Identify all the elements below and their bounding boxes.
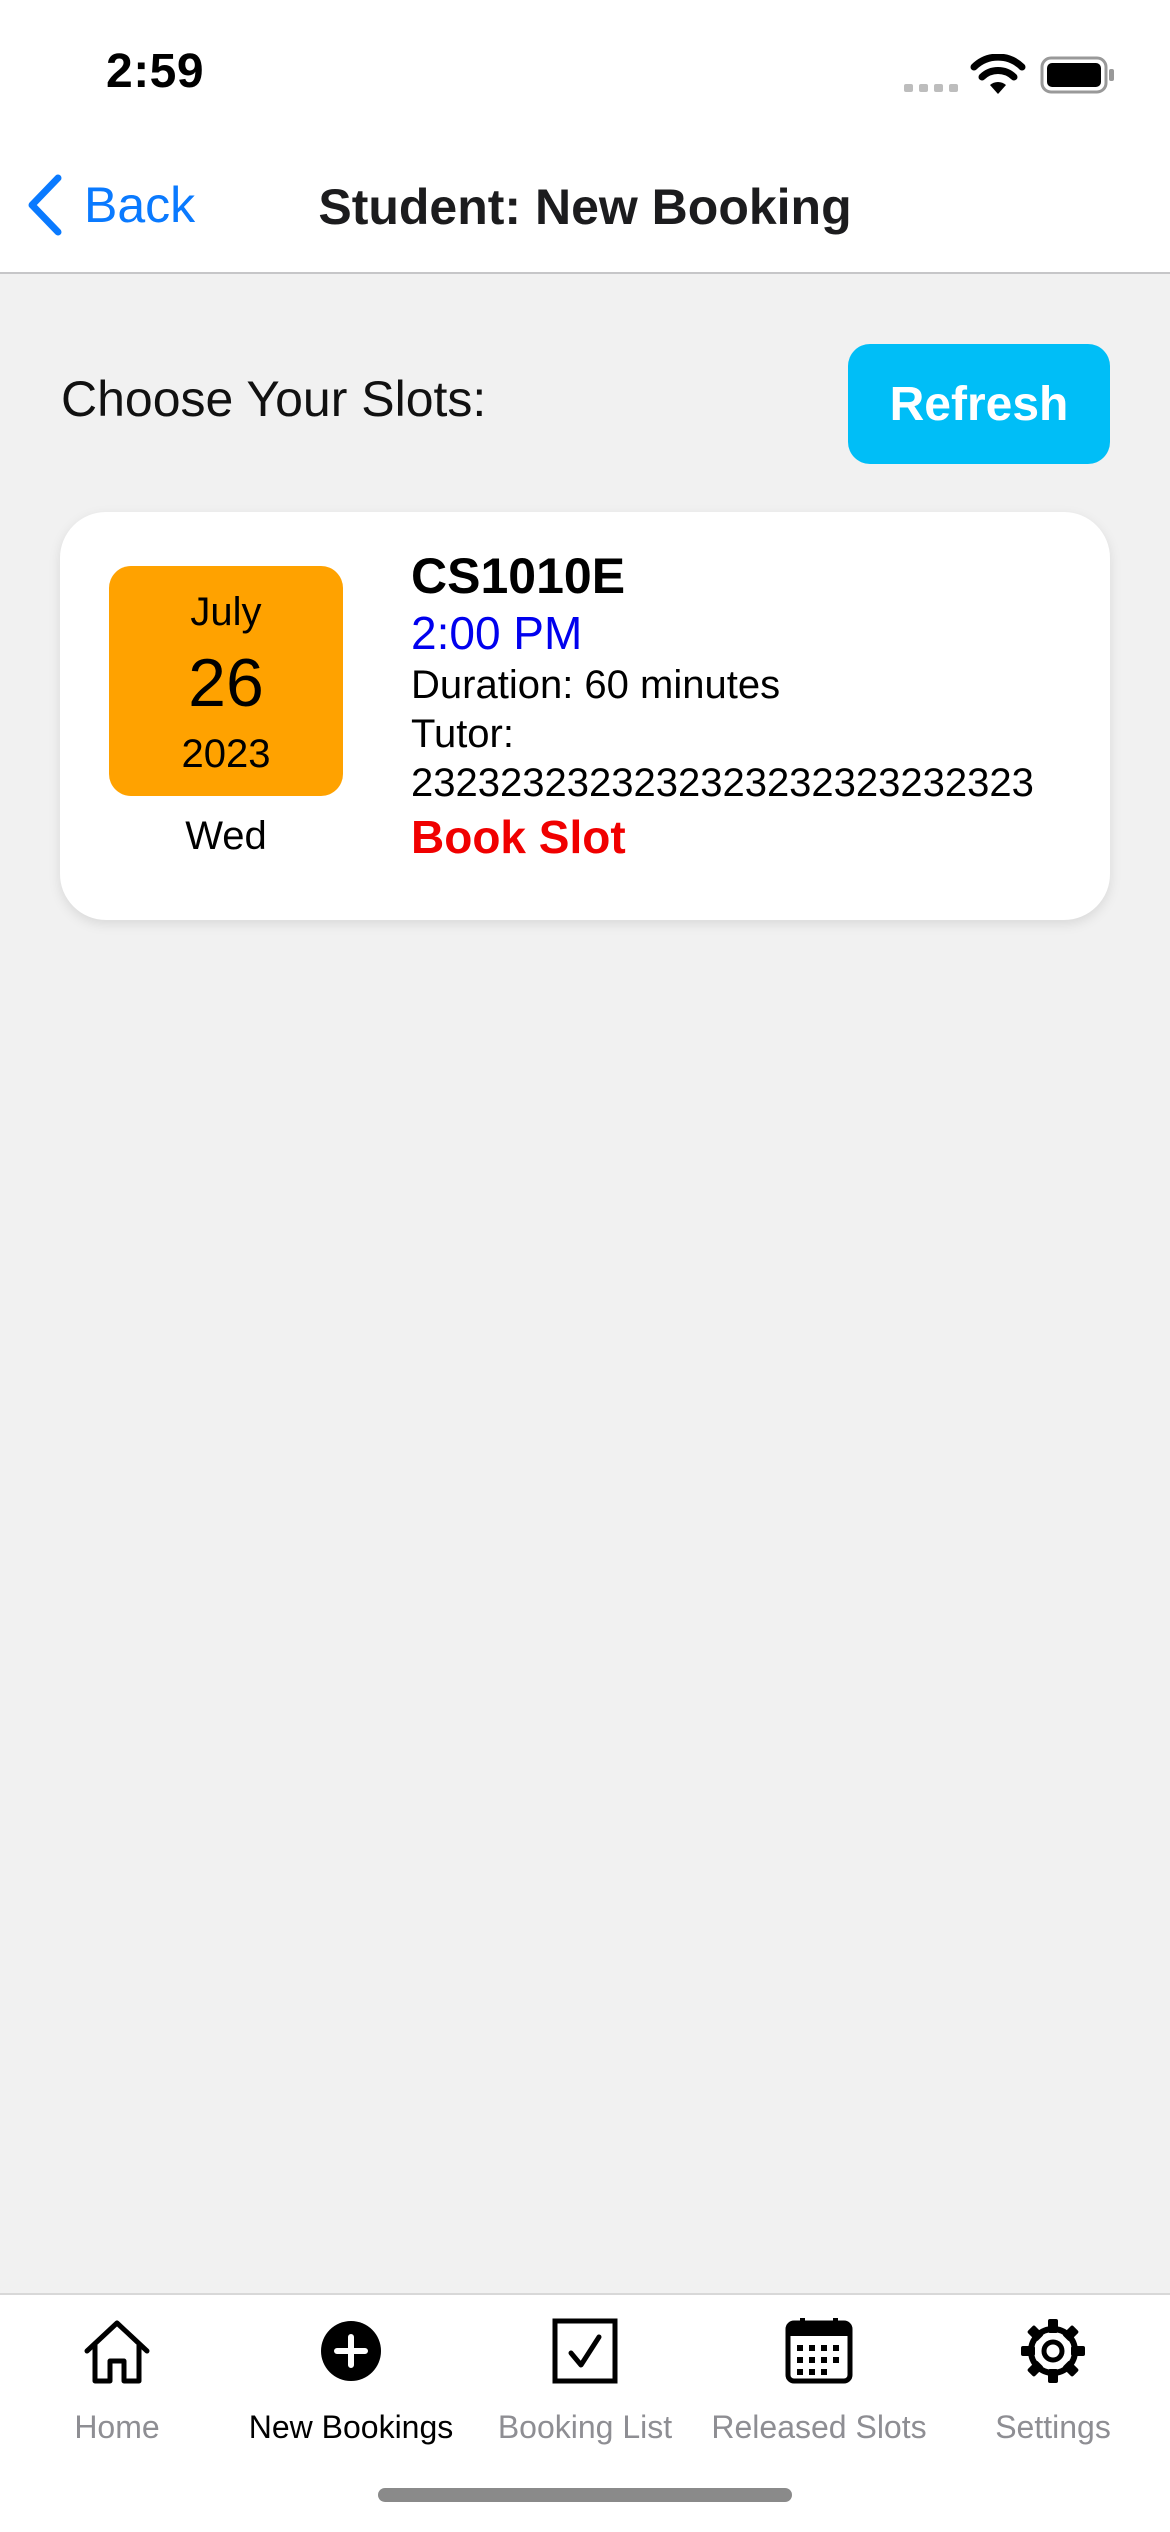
tab-label-settings: Settings [995, 2409, 1111, 2445]
slot-tutor-label: Tutor: [411, 712, 514, 756]
tab-label-home: Home [74, 2409, 160, 2445]
date-year: 2023 [181, 732, 271, 776]
tab-label-new-bookings: New Bookings [248, 2409, 454, 2445]
status-time: 2:59 [106, 45, 205, 98]
wifi-icon [970, 54, 1026, 94]
date-month: July [190, 590, 262, 634]
date-badge: July 26 2023 [109, 566, 343, 796]
slot-card: July 26 2023 Wed CS1010E 2:00 PM Duratio… [60, 512, 1110, 920]
tab-new-bookings[interactable]: New Bookings [234, 2315, 468, 2465]
choose-slots-heading: Choose Your Slots: [61, 371, 487, 427]
refresh-button[interactable]: Refresh [848, 344, 1110, 464]
date-weekday: Wed [185, 814, 267, 858]
slot-tutor-id: 2323232323232323232323232323 [411, 761, 1034, 805]
cellular-signal-icon [904, 84, 958, 92]
page-title: Student: New Booking [318, 179, 852, 235]
battery-icon [1040, 56, 1114, 94]
slot-duration: Duration: 60 minutes [411, 663, 781, 707]
gear-icon [1021, 2319, 1085, 2383]
tab-settings[interactable]: Settings [936, 2315, 1170, 2465]
tab-booking-list[interactable]: Booking List [468, 2315, 702, 2465]
plus-circle-icon [321, 2321, 381, 2381]
date-day: 26 [188, 645, 264, 721]
course-code: CS1010E [411, 548, 626, 604]
status-bar: 2:59 [0, 0, 1170, 140]
house-icon [84, 2320, 150, 2384]
home-indicator [378, 2488, 792, 2502]
tab-label-booking-list: Booking List [497, 2409, 673, 2445]
tab-home[interactable]: Home [0, 2315, 234, 2465]
book-slot-button[interactable]: Book Slot [411, 808, 626, 866]
navigation-bar: Back Student: New Booking [0, 140, 1170, 274]
checkbox-icon [552, 2318, 618, 2384]
tab-label-released-slots: Released Slots [711, 2409, 927, 2445]
slot-time: 2:00 PM [411, 607, 583, 659]
tab-released-slots[interactable]: Released Slots [702, 2315, 936, 2465]
slot-details: CS1010E 2:00 PM Duration: 60 minutes Tut… [411, 546, 1091, 866]
calendar-icon [785, 2318, 853, 2384]
